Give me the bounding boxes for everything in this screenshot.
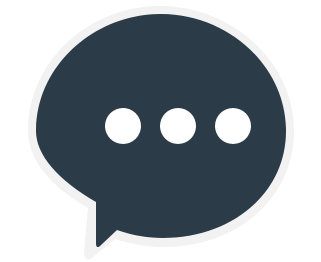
chat-bubble-typing-icon (28, 6, 294, 260)
typing-dots (105, 108, 251, 144)
typing-dot-1 (105, 108, 141, 144)
typing-dot-3 (215, 108, 251, 144)
icon-canvas (0, 0, 321, 262)
typing-dot-2 (160, 108, 196, 144)
